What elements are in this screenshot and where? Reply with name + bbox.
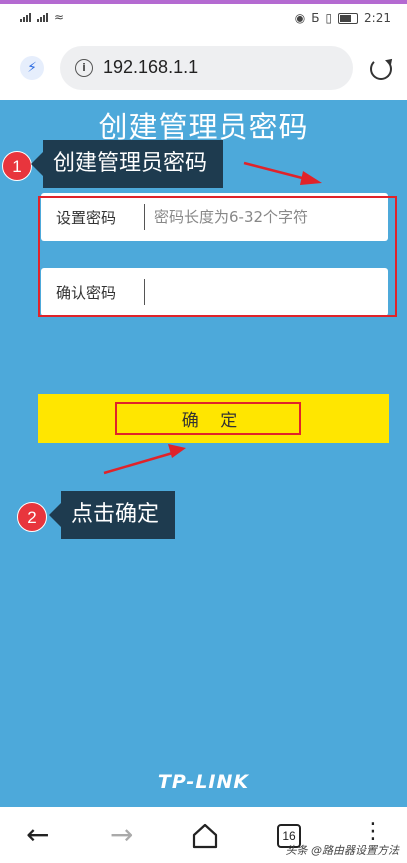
lightning-icon[interactable]: ⚡ bbox=[20, 56, 44, 80]
clock: 2:21 bbox=[364, 11, 391, 25]
arrow-1 bbox=[243, 161, 322, 185]
tp-link-logo: TP-LINK bbox=[157, 771, 250, 793]
wifi-icon: ≈ bbox=[54, 10, 65, 24]
step-2-callout: 点击确定 bbox=[48, 491, 176, 539]
step-1-badge: 1 bbox=[2, 151, 32, 181]
url-field[interactable]: i 192.168.1.1 bbox=[60, 46, 353, 90]
signal-icon bbox=[20, 13, 31, 22]
url-text[interactable]: 192.168.1.1 bbox=[103, 57, 198, 78]
eye-icon: ◉ bbox=[294, 11, 306, 25]
step-1-callout: 创建管理员密码 bbox=[30, 140, 224, 188]
battery-icon bbox=[338, 12, 359, 24]
fields-highlight-box bbox=[38, 196, 397, 317]
step-2-badge: 2 bbox=[17, 502, 47, 532]
signal-indicators: ≈ bbox=[20, 10, 65, 24]
info-icon[interactable]: i bbox=[75, 59, 93, 77]
confirm-button-highlight bbox=[115, 402, 301, 435]
watermark: 头条 @路由器设置方法 bbox=[285, 844, 400, 857]
more-menu-icon[interactable]: ⋮ bbox=[362, 819, 386, 844]
home-icon[interactable] bbox=[190, 821, 220, 851]
status-right: ◉ Б ▯ 2:21 bbox=[295, 11, 391, 25]
forward-arrow-icon[interactable]: → bbox=[110, 821, 133, 849]
signal-icon bbox=[37, 13, 48, 22]
browser-address-bar: ⚡ i 192.168.1.1 bbox=[0, 34, 407, 100]
reload-icon[interactable] bbox=[370, 58, 392, 80]
bluetooth-icon: Б bbox=[311, 11, 320, 25]
vibrate-icon: ▯ bbox=[325, 11, 333, 25]
status-bar: ≈ ◉ Б ▯ 2:21 bbox=[0, 4, 407, 34]
arrow-2 bbox=[103, 444, 186, 475]
back-arrow-icon[interactable]: ← bbox=[26, 821, 49, 849]
